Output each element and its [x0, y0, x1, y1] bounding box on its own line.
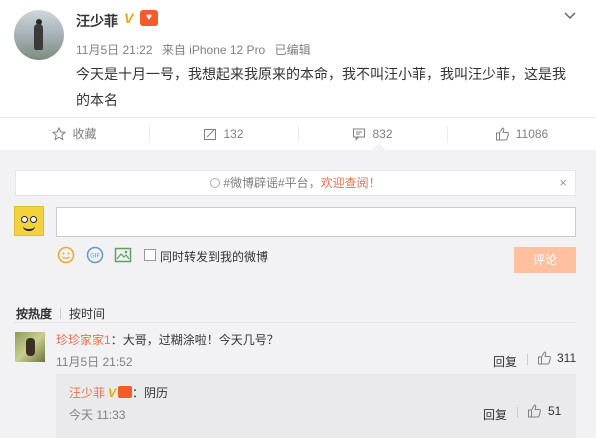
post-author-avatar[interactable] [14, 10, 64, 60]
comment-pointer [372, 143, 386, 150]
verified-icon: V [124, 10, 134, 26]
reply-text: ：阴历 [132, 386, 169, 400]
comment-icon [353, 128, 366, 141]
comment-text: ：大哥，过糊涂啦！今天几号？ [110, 333, 279, 347]
star-icon [52, 126, 67, 141]
divider [14, 322, 576, 323]
notice-text: #微博辟谣#平台， [223, 176, 321, 190]
comment-input[interactable] [56, 207, 576, 237]
post-action-bar: 收藏 132 832 11086 [0, 117, 596, 149]
post-content: 今天是十月一号，我想起来我原来的本命，我不叫汪小菲，我叫汪少菲，这是我的本名 [76, 66, 566, 108]
comment-like-button[interactable]: 311 [537, 351, 576, 365]
reply-button[interactable]: 回复 [493, 353, 517, 370]
repost-icon [204, 128, 217, 140]
commenter-avatar[interactable] [15, 332, 45, 362]
thumbs-up-icon [495, 126, 509, 140]
thumbs-up-icon [528, 404, 541, 418]
like-button[interactable]: 11086 [447, 118, 596, 149]
repost-button[interactable]: 132 [149, 118, 298, 149]
comment-item: 珍珍家家1：大哥，过糊涂啦！今天几号？ [56, 331, 279, 348]
close-icon[interactable]: × [559, 171, 567, 195]
divider [527, 354, 528, 365]
reply-item: 汪少菲 V ：阴历 [69, 384, 168, 401]
rumor-notice: #微博辟谣#平台，欢迎查阅！ × [15, 170, 576, 196]
repost-count: 132 [223, 126, 244, 141]
commenter-name[interactable]: 珍珍家家1 [56, 333, 111, 347]
reply-time: 今天 11:33 [69, 408, 126, 422]
favorite-button[interactable]: 收藏 [0, 118, 149, 149]
repost-checkbox-label[interactable]: 同时转发到我的微博 [160, 248, 268, 265]
sort-by-time[interactable]: 按时间 [69, 307, 105, 321]
divider [517, 407, 518, 418]
comment-time: 11月5日 21:52 [56, 355, 133, 369]
reply-button[interactable]: 回复 [483, 406, 507, 423]
sort-by-hot[interactable]: 按热度 [16, 307, 52, 321]
like-count: 11086 [515, 126, 549, 141]
gif-icon[interactable]: GIF [86, 246, 104, 264]
sort-tabs: 按热度 按时间 [16, 305, 105, 322]
post-date[interactable]: 11月5日 21:22 [76, 43, 153, 57]
reply-like-count: 51 [548, 404, 562, 418]
favorite-label: 收藏 [72, 127, 97, 141]
post-meta: 11月5日 21:22 来自 iPhone 12 Pro 已编辑 [76, 41, 317, 58]
svg-text:GIF: GIF [90, 253, 100, 260]
repost-checkbox[interactable] [144, 249, 156, 261]
comment-count: 832 [372, 126, 393, 141]
post-edited[interactable]: 已编辑 [275, 43, 311, 57]
emoji-icon[interactable] [57, 246, 75, 264]
comment-like-count: 311 [557, 351, 577, 365]
submit-comment-button[interactable]: 评论 [514, 247, 576, 273]
gift-badge-icon [118, 386, 133, 398]
verified-icon: V [108, 386, 117, 400]
info-icon [210, 178, 221, 188]
image-icon[interactable] [114, 246, 132, 264]
notice-link[interactable]: 欢迎查阅！ [321, 176, 381, 190]
gift-badge-icon: ♥ [140, 10, 158, 26]
reply-like-button[interactable]: 51 [527, 404, 561, 418]
thumbs-up-icon [538, 351, 551, 365]
my-avatar[interactable] [14, 206, 44, 236]
post-author-name[interactable]: 汪少菲 [76, 11, 118, 31]
replier-name[interactable]: 汪少菲 [69, 386, 105, 400]
chevron-down-icon[interactable] [563, 9, 577, 23]
post-source: 来自 iPhone 12 Pro [161, 43, 266, 57]
